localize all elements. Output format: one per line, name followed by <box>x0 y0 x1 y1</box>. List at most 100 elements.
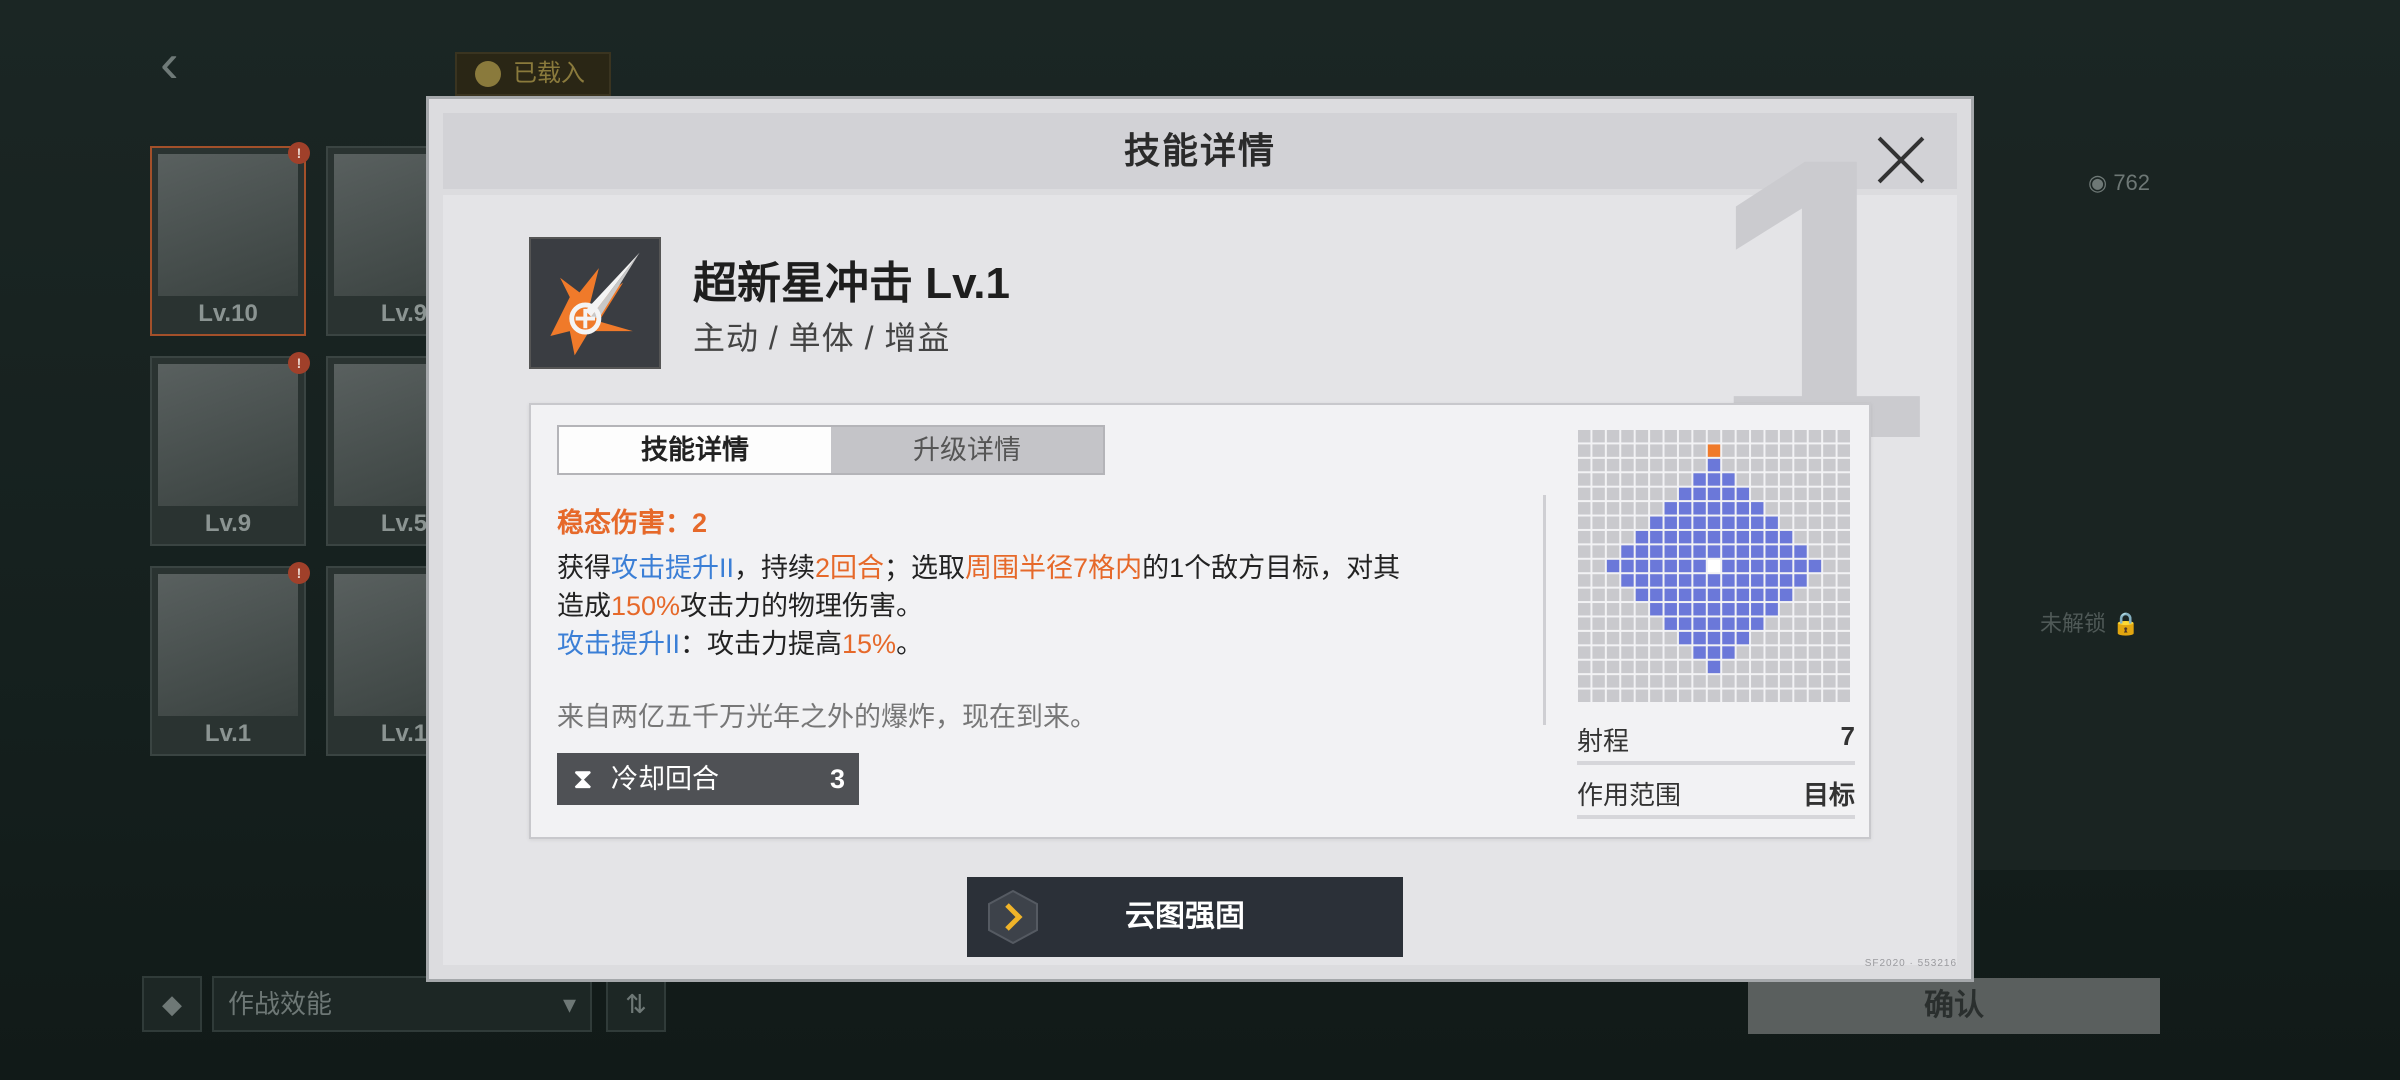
skill-detail-dialog: 技能详情 1 超新星冲击 Lv.1 主动 / 单体 / 增益 技能详情 升级详情… <box>426 96 1974 982</box>
range-cell <box>1722 646 1735 659</box>
range-cell <box>1664 545 1677 558</box>
range-cell <box>1751 617 1764 630</box>
grid-cell <box>1707 689 1721 702</box>
grid-cell <box>1794 603 1807 616</box>
grid-cell <box>1736 473 1750 486</box>
grid-cell <box>1578 559 1591 573</box>
grid-cell <box>1578 660 1591 674</box>
range-cell <box>1722 631 1735 645</box>
grid-cell <box>1606 617 1620 630</box>
range-cell <box>1794 559 1807 573</box>
cooldown-label: 冷却回合 <box>611 764 719 794</box>
doll-portrait <box>158 364 298 506</box>
range-cell <box>1751 502 1764 515</box>
range-cell <box>1693 502 1706 515</box>
range-cell <box>1707 646 1721 659</box>
currency-value: 762 <box>2113 170 2151 195</box>
range-cell <box>1751 530 1764 544</box>
range-cell <box>1678 617 1692 630</box>
grid-cell <box>1606 473 1620 486</box>
grid-cell <box>1823 502 1836 515</box>
grid-cell <box>1621 603 1634 616</box>
tab-skill-details[interactable]: 技能详情 <box>559 427 831 473</box>
grid-cell <box>1678 660 1692 674</box>
grid-cell <box>1606 675 1620 688</box>
filter-icon[interactable]: ◆ <box>142 976 202 1032</box>
buff-percent: 15% <box>842 629 897 659</box>
grid-cell <box>1578 444 1591 457</box>
grid-cell <box>1592 559 1605 573</box>
grid-cell <box>1823 617 1836 630</box>
range-cell <box>1736 516 1750 529</box>
grid-cell <box>1592 603 1605 616</box>
range-cell <box>1722 530 1735 544</box>
range-cell <box>1707 660 1721 674</box>
range-cell <box>1794 545 1807 558</box>
grid-cell <box>1621 660 1634 674</box>
grid-cell <box>1794 516 1807 529</box>
grid-cell <box>1765 473 1778 486</box>
footer-code: SF2020 · 553216 <box>1864 958 1957 969</box>
grid-cell <box>1592 502 1605 515</box>
range-cell <box>1765 545 1778 558</box>
sort-dropdown[interactable]: 作战效能 ▾ <box>212 976 592 1032</box>
range-cell <box>1621 574 1634 587</box>
grid-cell <box>1635 502 1649 515</box>
grid-cell <box>1707 430 1721 443</box>
grid-cell <box>1823 646 1836 659</box>
doll-card[interactable]: Lv.1 ! <box>150 562 310 756</box>
grid-cell <box>1606 588 1620 602</box>
range-cell <box>1621 545 1634 558</box>
range-cell <box>1678 516 1692 529</box>
doll-card[interactable]: Lv.9 ! <box>150 352 310 546</box>
range-cell <box>1650 516 1663 529</box>
cooldown-bar: ⧗ 冷却回合 3 <box>557 753 859 805</box>
range-cell <box>1707 530 1721 544</box>
grid-cell <box>1808 646 1822 659</box>
grid-cell <box>1751 444 1764 457</box>
grid-cell <box>1635 689 1649 702</box>
grid-cell <box>1606 502 1620 515</box>
skill-info-panel: 技能详情 升级详情 稳态伤害：2 获得攻击提升II，持续2回合；选取周围半径7格… <box>529 403 1871 839</box>
grid-cell <box>1823 545 1836 558</box>
desc-text: 。 <box>896 629 924 659</box>
range-cell <box>1693 473 1706 486</box>
skill-tabs: 技能详情 升级详情 <box>557 425 1105 475</box>
supernova-strike-icon <box>529 237 661 369</box>
grid-cell <box>1722 660 1735 674</box>
grid-cell <box>1823 588 1836 602</box>
grid-cell <box>1606 631 1620 645</box>
grid-cell <box>1751 430 1764 443</box>
grid-cell <box>1779 689 1793 702</box>
grid-cell <box>1650 502 1663 515</box>
grid-cell <box>1606 430 1620 443</box>
grid-cell <box>1635 646 1649 659</box>
skill-flavor-text: 来自两亿五千万光年之外的爆炸，现在到来。 <box>557 702 1097 732</box>
tab-upgrade-details[interactable]: 升级详情 <box>831 427 1103 473</box>
grid-cell <box>1664 473 1677 486</box>
sort-order-icon[interactable]: ⇅ <box>606 976 666 1032</box>
confirm-button[interactable]: 确认 <box>1748 978 2160 1034</box>
grid-cell <box>1693 675 1706 688</box>
grid-cell <box>1765 430 1778 443</box>
doll-card[interactable]: Lv.10 ! <box>150 142 310 336</box>
grid-cell <box>1808 603 1822 616</box>
grid-cell <box>1779 502 1793 515</box>
damage-percent: 150% <box>611 591 681 621</box>
grid-cell <box>1664 675 1677 688</box>
loaded-icon <box>475 61 501 87</box>
range-cell <box>1765 588 1778 602</box>
range-cell <box>1693 588 1706 602</box>
back-icon[interactable]: ‹ <box>160 35 200 91</box>
sort-dropdown-label: 作战效能 <box>228 989 333 1019</box>
grid-cell <box>1837 502 1850 515</box>
range-cell <box>1650 559 1663 573</box>
grid-cell <box>1578 631 1591 645</box>
area-divider <box>1577 815 1855 819</box>
range-cell <box>1678 603 1692 616</box>
range-cell <box>1751 574 1764 587</box>
grid-cell <box>1664 646 1677 659</box>
grid-cell <box>1664 444 1677 457</box>
reinforce-button[interactable]: 云图强固 <box>967 877 1403 957</box>
range-cell <box>1707 617 1721 630</box>
